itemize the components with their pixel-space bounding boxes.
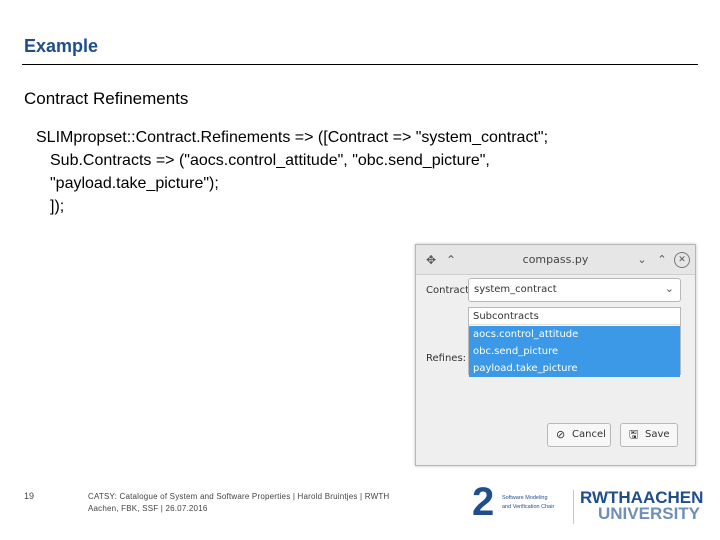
maximize-icon[interactable]: ⌃ xyxy=(654,252,670,268)
compass-dialog: ✥ ⌃ compass.py ⌄ ⌃ ✕ Contract: system_co… xyxy=(415,244,696,466)
logo-divider xyxy=(573,490,574,524)
code-line: ]); xyxy=(50,198,65,215)
page-number: 19 xyxy=(24,491,35,501)
cancel-button[interactable]: ⊘ Cancel xyxy=(547,423,611,447)
subcontracts-list[interactable]: Subcontracts aocs.control_attitude obc.s… xyxy=(468,307,681,377)
contract-select[interactable]: system_contract ⌄ xyxy=(468,278,681,302)
refines-label: Refines: xyxy=(426,353,467,364)
save-icon: 🖫 xyxy=(629,428,639,441)
list-item[interactable]: aocs.control_attitude xyxy=(469,326,680,343)
contract-label: Contract: xyxy=(426,285,473,296)
cancel-icon: ⊘ xyxy=(556,428,566,441)
cancel-button-label: Cancel xyxy=(572,429,606,440)
slide-title: Example xyxy=(24,36,99,56)
contract-select-value: system_contract xyxy=(474,284,557,295)
footer-text-line: Aachen, FBK, SSF | 26.07.2016 xyxy=(88,504,208,513)
title-divider xyxy=(22,64,698,65)
list-header: Subcontracts xyxy=(469,308,680,325)
rwth-logo-line: UNIVERSITY xyxy=(598,504,701,523)
minimize-icon[interactable]: ⌄ xyxy=(634,252,650,268)
window-titlebar[interactable]: ✥ ⌃ compass.py ⌄ ⌃ ✕ xyxy=(416,245,695,275)
code-line: "payload.take_picture"); xyxy=(50,175,219,192)
code-block: SLIMpropset::Contract.Refinements => ([C… xyxy=(36,126,676,218)
list-item[interactable]: payload.take_picture xyxy=(469,360,680,377)
logo-text-line: Software Modeling xyxy=(502,495,548,501)
logo-mark: 2 xyxy=(472,480,495,524)
save-button[interactable]: 🖫 Save xyxy=(620,423,678,447)
footer-text: CATSY: Catalogue of System and Software … xyxy=(88,491,448,515)
section-heading: Contract Refinements xyxy=(24,89,189,108)
logo-text: Software Modeling and Verification Chair xyxy=(502,494,572,512)
chevron-down-icon: ⌄ xyxy=(664,282,674,295)
logo-text-line: and Verification Chair xyxy=(502,504,555,510)
code-line: SLIMpropset::Contract.Refinements => ([C… xyxy=(36,129,549,146)
rwth-logo: RWTHAACHEN UNIVERSITY xyxy=(580,489,703,525)
code-line: Sub.Contracts => ("aocs.control_attitude… xyxy=(50,152,490,169)
close-icon[interactable]: ✕ xyxy=(674,252,690,268)
list-item[interactable]: obc.send_picture xyxy=(469,343,680,360)
footer-text-line: CATSY: Catalogue of System and Software … xyxy=(88,492,390,501)
software-modeling-logo: 2 Software Modeling and Verification Cha… xyxy=(472,480,568,526)
save-button-label: Save xyxy=(645,429,670,440)
